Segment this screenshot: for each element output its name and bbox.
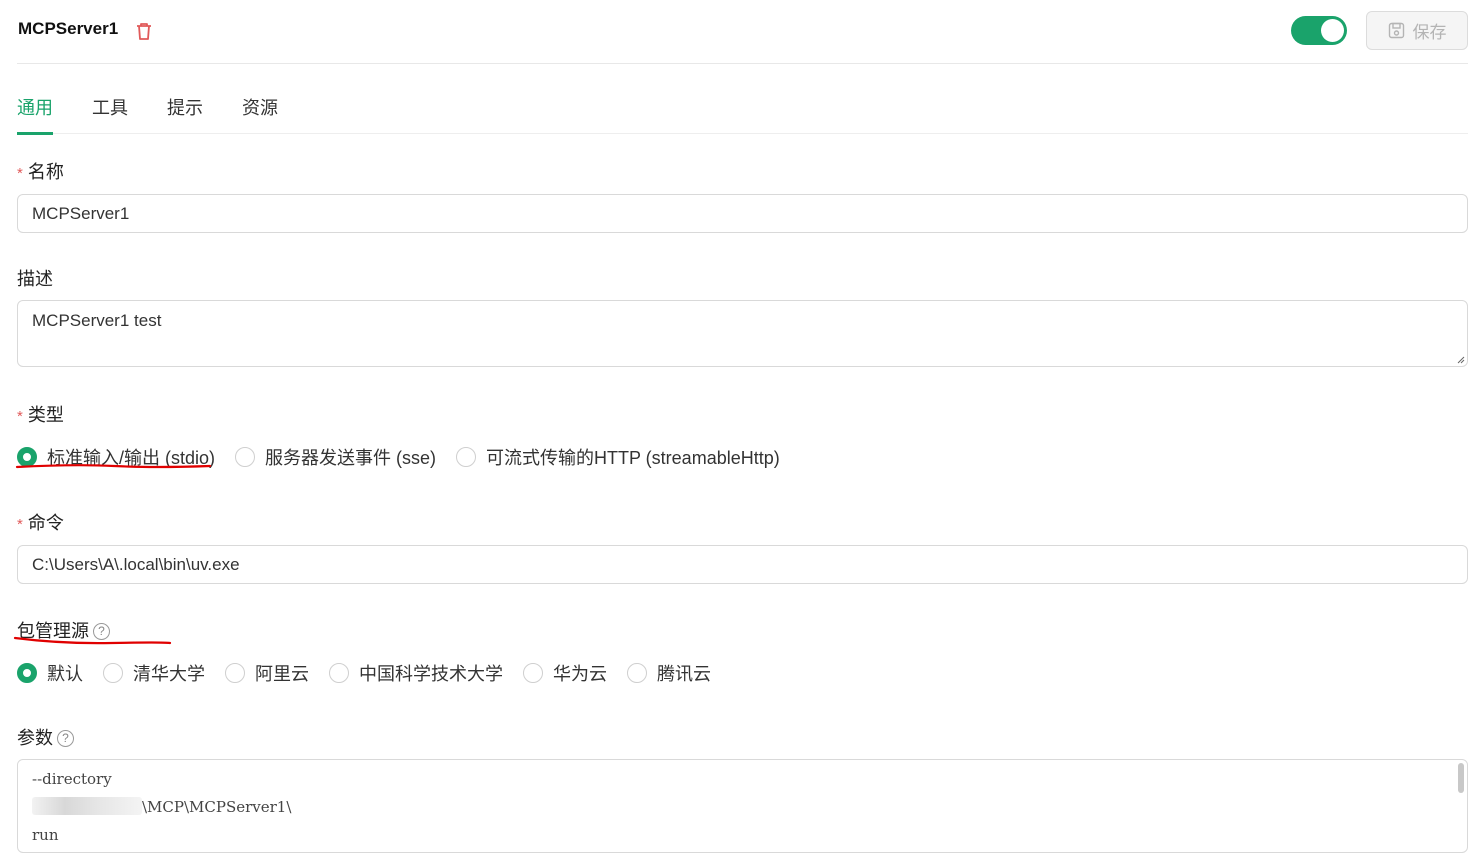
save-button[interactable]: 保存	[1366, 11, 1468, 50]
radio-indicator	[523, 663, 543, 683]
server-title: MCPServer1	[18, 19, 119, 38]
redacted-path	[32, 797, 142, 815]
enable-toggle[interactable]	[1291, 16, 1347, 45]
name-input-value: MCPServer1	[32, 203, 130, 223]
radio-label: 服务器发送事件 (sse)	[265, 448, 437, 468]
command-label: * 命令	[17, 513, 64, 533]
required-mark: *	[17, 516, 23, 533]
toggle-knob	[1321, 19, 1344, 42]
tab-general[interactable]: 通用	[17, 94, 53, 135]
args-line: --directory	[32, 770, 112, 788]
textarea-scrollbar[interactable]	[1458, 763, 1464, 793]
radio-label: 中国科学技术大学	[359, 664, 503, 684]
trash-icon[interactable]	[135, 21, 153, 41]
description-label: 描述	[17, 269, 53, 289]
tab-tools[interactable]: 工具	[92, 94, 128, 134]
tab-resources[interactable]: 资源	[242, 94, 278, 134]
package-source-label: 包管理源?	[17, 617, 110, 643]
radio-label: 腾讯云	[657, 664, 711, 684]
save-label: 保存	[1412, 23, 1447, 42]
source-option-tsinghua[interactable]: 清华大学	[103, 660, 205, 686]
args-textarea[interactable]: --directory \MCP\MCPServer1\ run	[17, 759, 1468, 853]
header: MCPServer1 保存	[17, 0, 1468, 64]
radio-indicator	[17, 663, 37, 683]
description-value: MCPServer1 test	[32, 311, 162, 330]
args-line-redacted: \MCP\MCPServer1\	[32, 793, 1453, 821]
radio-label: 默认	[47, 664, 83, 684]
description-textarea[interactable]: MCPServer1 test	[17, 300, 1468, 367]
required-mark: *	[17, 408, 23, 425]
radio-indicator	[225, 663, 245, 683]
radio-indicator	[235, 447, 256, 467]
type-option-streamable-http[interactable]: 可流式传输的HTTP (streamableHttp)	[456, 444, 780, 470]
radio-label: 华为云	[553, 664, 607, 684]
help-circle-icon[interactable]: ?	[57, 730, 74, 747]
radio-indicator	[329, 663, 349, 683]
radio-label: 标准输入/输出 (stdio)	[47, 448, 216, 468]
command-input-value: C:\Users\A\.local\bin\uv.exe	[32, 554, 240, 574]
radio-label: 可流式传输的HTTP (streamableHttp)	[486, 448, 780, 468]
help-circle-icon[interactable]: ?	[93, 623, 110, 640]
radio-indicator	[17, 447, 37, 467]
radio-indicator	[103, 663, 123, 683]
type-option-sse[interactable]: 服务器发送事件 (sse)	[235, 444, 436, 470]
source-option-tencent[interactable]: 腾讯云	[627, 660, 711, 686]
source-option-ustc[interactable]: 中国科学技术大学	[329, 660, 503, 686]
type-label: * 类型	[17, 405, 64, 425]
tab-prompts[interactable]: 提示	[167, 94, 203, 134]
resize-handle-icon[interactable]	[1455, 354, 1465, 364]
name-input[interactable]: MCPServer1	[17, 194, 1468, 233]
tab-bar: 通用 工具 提示 资源	[17, 84, 1468, 135]
source-option-aliyun[interactable]: 阿里云	[225, 660, 309, 686]
source-option-huawei[interactable]: 华为云	[523, 660, 607, 686]
required-mark: *	[17, 165, 23, 182]
radio-label: 阿里云	[255, 664, 309, 684]
command-input[interactable]: C:\Users\A\.local\bin\uv.exe	[17, 545, 1468, 584]
package-source-radio-group: 默认 清华大学 阿里云 中国科学技术大学 华为云 腾讯云	[17, 660, 731, 686]
source-option-default[interactable]: 默认	[17, 660, 83, 686]
args-label: 参数?	[17, 724, 74, 750]
radio-indicator	[627, 663, 647, 683]
type-option-stdio[interactable]: 标准输入/输出 (stdio)	[17, 444, 215, 470]
type-radio-group: 标准输入/输出 (stdio) 服务器发送事件 (sse) 可流式传输的HTTP…	[17, 444, 800, 470]
radio-indicator	[456, 447, 477, 467]
name-label: * 名称	[17, 162, 64, 182]
save-icon	[1388, 22, 1404, 39]
args-line: run	[32, 826, 59, 844]
radio-label: 清华大学	[133, 664, 205, 684]
